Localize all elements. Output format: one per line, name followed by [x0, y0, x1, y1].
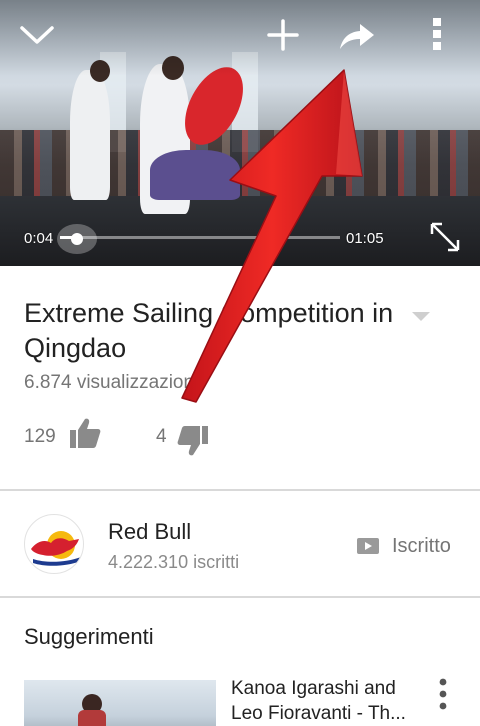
suggestion-more-icon[interactable]: [436, 676, 450, 716]
subscribed-label: Iscritto: [392, 534, 451, 557]
channel-name[interactable]: Red Bull: [108, 519, 191, 545]
duration: 01:05: [346, 230, 384, 247]
like-count: 129: [24, 426, 56, 447]
suggestion-title[interactable]: Kanoa Igarashi and Leo Fioravanti - Th..…: [231, 676, 427, 726]
subscribed-play-icon: [357, 538, 379, 554]
fullscreen-icon[interactable]: [428, 220, 462, 254]
scrubber-handle[interactable]: [56, 223, 98, 255]
suggestion-thumbnail[interactable]: [24, 680, 216, 726]
chevron-down-icon[interactable]: [18, 22, 56, 48]
add-icon[interactable]: [266, 18, 300, 52]
video-frame-performer: [70, 70, 110, 200]
view-count: 6.874 visualizzazioni: [24, 372, 199, 393]
video-info: Extreme Sailing Competition in Qingdao 6…: [0, 266, 480, 490]
expand-description-icon[interactable]: [410, 310, 432, 324]
player-top-bar: [0, 0, 480, 76]
thumbs-down-icon[interactable]: [176, 424, 210, 458]
current-time: 0:04: [24, 230, 54, 247]
video-player[interactable]: 0:04 01:05: [0, 0, 480, 266]
more-vert-icon[interactable]: [426, 16, 448, 52]
thumbnail-figure: [78, 710, 106, 726]
channel-row[interactable]: Red Bull 4.222.310 iscritti Iscritto: [0, 492, 480, 596]
video-title: Extreme Sailing Competition in Qingdao: [24, 298, 394, 363]
divider: [0, 596, 480, 598]
video-frame-performer: [150, 150, 240, 200]
divider: [0, 489, 480, 491]
red-bull-logo-icon: [31, 531, 81, 566]
suggestions-heading: Suggerimenti: [24, 624, 154, 649]
share-icon[interactable]: [338, 22, 376, 50]
channel-avatar[interactable]: [24, 514, 84, 574]
subscribed-button[interactable]: Iscritto: [356, 534, 451, 558]
dislike-count: 4: [156, 426, 167, 447]
subscriber-count: 4.222.310 iscritti: [108, 552, 240, 572]
progress-bar[interactable]: [60, 236, 340, 239]
thumbs-up-icon[interactable]: [68, 416, 102, 450]
